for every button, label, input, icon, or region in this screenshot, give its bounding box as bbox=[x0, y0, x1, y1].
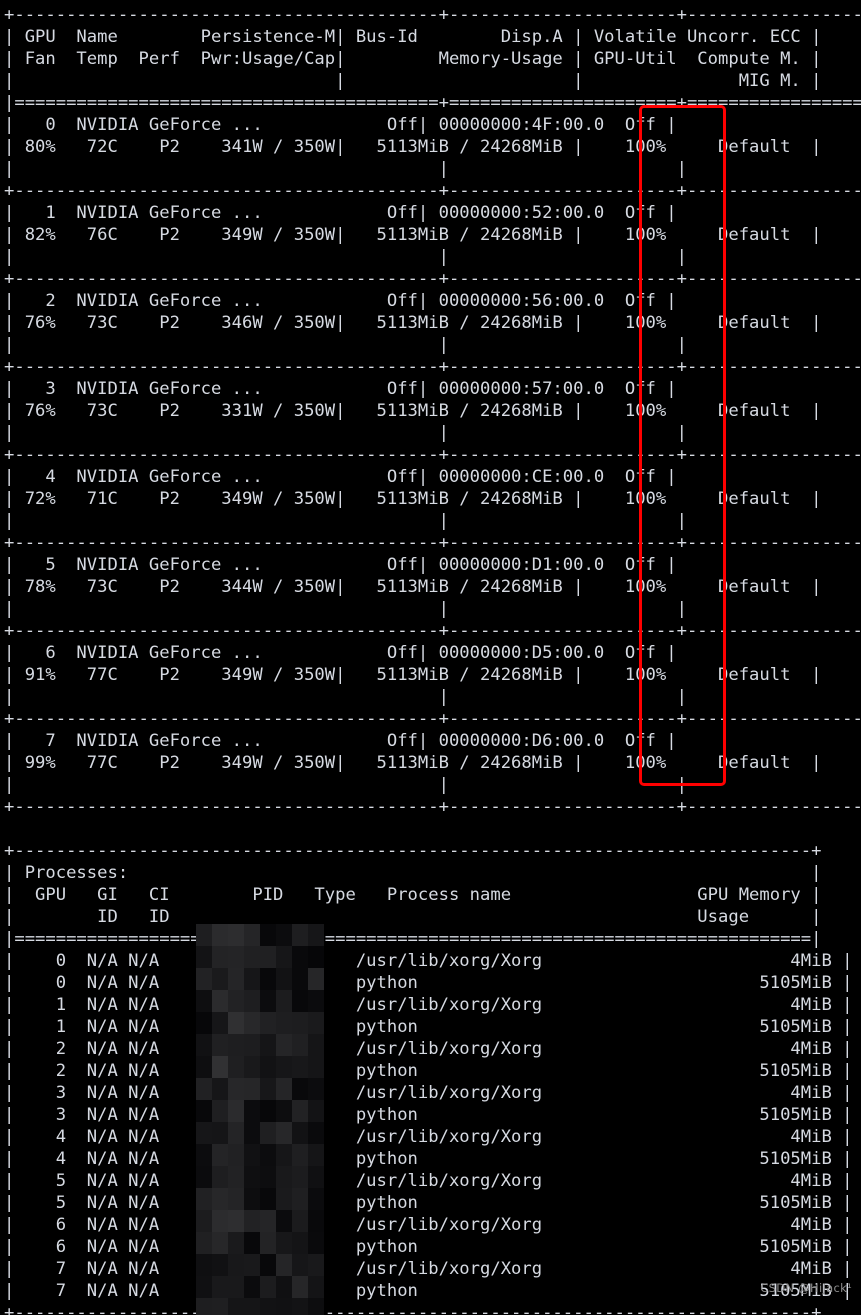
terminal-line: | 1 N/A N/A C python 5105MiB | bbox=[4, 1017, 853, 1037]
terminal-line: | 5 N/A N/A G /usr/lib/xorg/Xorg 4MiB | bbox=[4, 1171, 853, 1191]
terminal-line: +---------------------------------------… bbox=[4, 621, 861, 641]
terminal-line: | ID ID Usage | bbox=[4, 907, 822, 927]
terminal-line: | GPU GI CI PID Type Process name GPU Me… bbox=[4, 885, 822, 905]
terminal-line: | 3 N/A N/A G /usr/lib/xorg/Xorg 4MiB | bbox=[4, 1083, 853, 1103]
terminal-line: | | | N/A | bbox=[4, 335, 861, 355]
terminal-line: | 1 NVIDIA GeForce ... Off| 00000000:52:… bbox=[4, 203, 861, 223]
terminal-line: +---------------------------------------… bbox=[4, 841, 822, 861]
terminal-line: | 6 NVIDIA GeForce ... Off| 00000000:D5:… bbox=[4, 643, 861, 663]
terminal-line: | 0 N/A N/A G /usr/lib/xorg/Xorg 4MiB | bbox=[4, 951, 853, 971]
terminal-line: +---------------------------------------… bbox=[4, 357, 861, 377]
terminal-line: | | | N/A | bbox=[4, 423, 861, 443]
terminal-line: | 99% 77C P2 349W / 350W| 5113MiB / 2426… bbox=[4, 753, 822, 773]
terminal-line: | | | N/A | bbox=[4, 687, 861, 707]
terminal-line: | Processes: | bbox=[4, 863, 822, 883]
terminal-line: | | | N/A | bbox=[4, 511, 861, 531]
terminal-line: | 7 N/A N/A G /usr/lib/xorg/Xorg 4MiB | bbox=[4, 1259, 853, 1279]
terminal-line: +---------------------------------------… bbox=[4, 533, 861, 553]
terminal-line: | 7 N/A N/A C python 5105MiB | bbox=[4, 1281, 853, 1301]
terminal-line: +---------------------------------------… bbox=[4, 1303, 822, 1315]
terminal-line: +---------------------------------------… bbox=[4, 445, 861, 465]
terminal-line: | 76% 73C P2 331W / 350W| 5113MiB / 2426… bbox=[4, 401, 822, 421]
terminal-line: | 3 NVIDIA GeForce ... Off| 00000000:57:… bbox=[4, 379, 861, 399]
terminal-line: | 3 N/A N/A C python 5105MiB | bbox=[4, 1105, 853, 1125]
terminal-line: +---------------------------------------… bbox=[4, 269, 861, 289]
terminal-line: | | | N/A | bbox=[4, 247, 861, 267]
nvidia-smi-terminal-output: +---------------------------------------… bbox=[0, 0, 861, 1315]
terminal-line: |=======================================… bbox=[4, 929, 822, 949]
terminal-line: | 0 NVIDIA GeForce ... Off| 00000000:4F:… bbox=[4, 115, 861, 135]
terminal-line: | 4 N/A N/A C python 5105MiB | bbox=[4, 1149, 853, 1169]
terminal-line: | GPU Name Persistence-M| Bus-Id Disp.A … bbox=[4, 27, 822, 47]
terminal-line: | 7 NVIDIA GeForce ... Off| 00000000:D6:… bbox=[4, 731, 861, 751]
csdn-watermark: CSDN @HiJack¹ bbox=[760, 1281, 852, 1295]
terminal-line: | 5 NVIDIA GeForce ... Off| 00000000:D1:… bbox=[4, 555, 861, 575]
terminal-line: | 5 N/A N/A C python 5105MiB | bbox=[4, 1193, 853, 1213]
terminal-line: |=======================================… bbox=[4, 93, 861, 113]
terminal-line: +---------------------------------------… bbox=[4, 181, 861, 201]
terminal-line: | 4 N/A N/A G /usr/lib/xorg/Xorg 4MiB | bbox=[4, 1127, 853, 1147]
terminal-line: | 80% 72C P2 341W / 350W| 5113MiB / 2426… bbox=[4, 137, 822, 157]
terminal-line: | 2 N/A N/A C python 5105MiB | bbox=[4, 1061, 853, 1081]
terminal-line: | 6 N/A N/A G /usr/lib/xorg/Xorg 4MiB | bbox=[4, 1215, 853, 1235]
terminal-line: | | | N/A | bbox=[4, 775, 861, 795]
terminal-line: | 78% 73C P2 344W / 350W| 5113MiB / 2426… bbox=[4, 577, 822, 597]
terminal-line: | 4 NVIDIA GeForce ... Off| 00000000:CE:… bbox=[4, 467, 861, 487]
terminal-line: | 2 N/A N/A G /usr/lib/xorg/Xorg 4MiB | bbox=[4, 1039, 853, 1059]
terminal-line: | | | N/A | bbox=[4, 159, 861, 179]
terminal-line: | | | N/A | bbox=[4, 599, 861, 619]
terminal-line: | 0 N/A N/A C python 5105MiB | bbox=[4, 973, 853, 993]
terminal-line: +---------------------------------------… bbox=[4, 797, 861, 817]
terminal-line: | | | MIG M. | bbox=[4, 71, 822, 91]
terminal-line: | 1 N/A N/A G /usr/lib/xorg/Xorg 4MiB | bbox=[4, 995, 853, 1015]
terminal-line: | 82% 76C P2 349W / 350W| 5113MiB / 2426… bbox=[4, 225, 822, 245]
terminal-line: | 76% 73C P2 346W / 350W| 5113MiB / 2426… bbox=[4, 313, 822, 333]
terminal-line: +---------------------------------------… bbox=[4, 5, 861, 25]
terminal-line: | 6 N/A N/A C python 5105MiB | bbox=[4, 1237, 853, 1257]
terminal-line: | 2 NVIDIA GeForce ... Off| 00000000:56:… bbox=[4, 291, 861, 311]
terminal-line: | 72% 71C P2 349W / 350W| 5113MiB / 2426… bbox=[4, 489, 822, 509]
terminal-line: | 91% 77C P2 349W / 350W| 5113MiB / 2426… bbox=[4, 665, 822, 685]
terminal-line: | Fan Temp Perf Pwr:Usage/Cap| Memory-Us… bbox=[4, 49, 822, 69]
terminal-line: +---------------------------------------… bbox=[4, 709, 861, 729]
